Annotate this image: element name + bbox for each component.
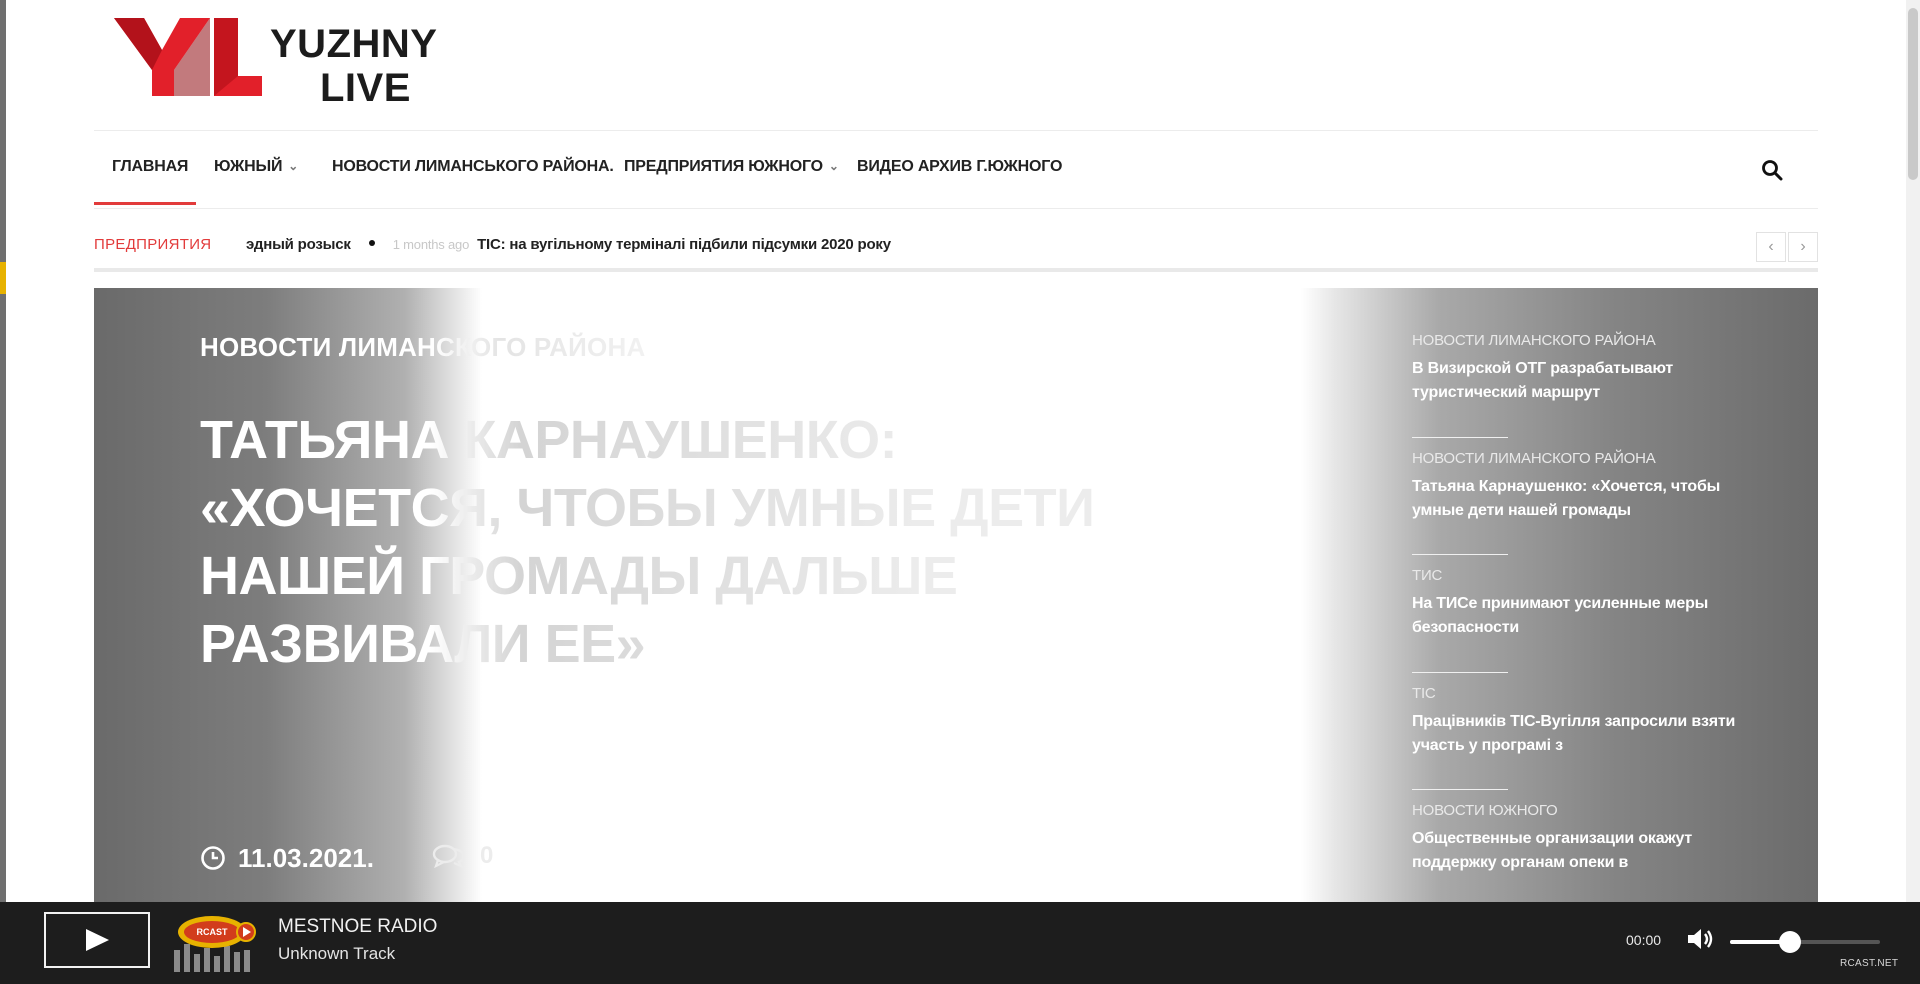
header-divider — [94, 130, 1818, 131]
station-name: MESTNOE RADIO — [278, 916, 438, 937]
side-item-divider — [1412, 671, 1508, 673]
side-list-item[interactable]: ТИС На ТИСе принимают усиленные меры без… — [1412, 567, 1742, 685]
site-logo[interactable]: YUZHNY LIVE — [114, 14, 474, 110]
hero-category[interactable]: НОВОСТИ ЛИМАНСКОГО РАЙОНА — [200, 332, 645, 363]
player-brand[interactable]: RCAST.NET — [1840, 958, 1898, 969]
main-nav: ГЛАВНАЯ ЮЖНЫЙ ⌄ НОВОСТИ ЛИМАНСЬКОГО РАЙОН… — [94, 132, 1818, 206]
nav-item-video-archive[interactable]: ВИДЕО АРХИВ Г.ЮЖНОГО — [857, 158, 1062, 176]
side-list-item[interactable]: ТІС Працівників ТІС-Вугілля запросили вз… — [1412, 685, 1742, 803]
ticker-underline — [94, 268, 1818, 272]
yl-logo-icon — [114, 18, 262, 96]
side-list-item[interactable]: НОВОСТИ ЮЖНОГО Общественные организации … — [1412, 802, 1742, 902]
ticker-headlines: эдный розыск 1 months ago ТІС: на вугільно… — [246, 236, 891, 253]
nav-divider — [94, 208, 1818, 209]
logo-wordmark: YUZHNY LIVE — [270, 22, 437, 110]
hero-comments[interactable]: 0 — [432, 842, 493, 870]
side-item-category[interactable]: НОВОСТИ ЛИМАНСКОГО РАЙОНА — [1412, 332, 1742, 349]
nav-item-label: ВИДЕО АРХИВ Г.ЮЖНОГО — [857, 158, 1063, 175]
radio-player: RCAST MESTNOE RADIO Unknown Track 00:00 … — [0, 902, 1920, 984]
station-logo-icon: RCAST — [174, 916, 256, 972]
playback-time: 00:00 — [1626, 932, 1662, 948]
side-list-item[interactable]: НОВОСТИ ЛИМАНСКОГО РАЙОНА В Визирской ОТ… — [1412, 332, 1742, 450]
volume-handle[interactable] — [1779, 931, 1801, 953]
station-logo-text: RCAST — [197, 927, 229, 937]
nav-item-home[interactable]: ГЛАВНАЯ — [112, 158, 188, 176]
chevron-right-icon: › — [1800, 238, 1806, 255]
nav-item-label: ПРЕДПРИЯТИЯ ЮЖНОГО — [624, 158, 823, 175]
side-list-item[interactable]: НОВОСТИ ЛИМАНСКОГО РАЙОНА Татьяна Карнау… — [1412, 450, 1742, 568]
ticker-next-button[interactable]: › — [1788, 232, 1818, 262]
nav-item-label: ЮЖНЫЙ — [214, 158, 283, 175]
edge-marker — [0, 262, 6, 294]
play-icon — [86, 929, 109, 951]
ticker-prev-button[interactable]: ‹ — [1756, 232, 1786, 262]
page: YUZHNY LIVE ГЛАВНАЯ ЮЖНЫЙ ⌄ НОВОСТИ ЛИМАН… — [94, 0, 1818, 902]
comment-count: 0 — [480, 842, 494, 869]
comments-icon — [432, 844, 465, 869]
track-name: Unknown Track — [278, 944, 396, 963]
side-item-category[interactable]: НОВОСТИ ЛИМАНСКОГО РАЙОНА — [1412, 450, 1742, 467]
side-item-divider — [1412, 436, 1508, 438]
side-item-title[interactable]: Татьяна Карнаушенко: «Хочется, чтобы умн… — [1412, 475, 1742, 523]
hero-side-list: НОВОСТИ ЛИМАНСКОГО РАЙОНА В Визирской ОТ… — [1412, 332, 1742, 902]
nav-item-label: НОВОСТИ ЛИМАНСЬКОГО РАЙОНА. — [332, 158, 614, 175]
ticker-headline-link[interactable]: ТІС: на вугільному терміналі підбили під… — [477, 236, 891, 253]
side-item-category[interactable]: НОВОСТИ ЮЖНОГО — [1412, 802, 1742, 819]
chevron-left-icon: ‹ — [1768, 238, 1774, 255]
side-item-category[interactable]: ТІС — [1412, 685, 1742, 702]
hero-title[interactable]: ТАТЬЯНА КАРНАУШЕНКО: «ХОЧЕТСЯ, ЧТОБЫ УМН… — [200, 406, 1160, 678]
ticker-time: 1 months ago — [392, 237, 470, 252]
nav-item-enterprises[interactable]: ПРЕДПРИЯТИЯ ЮЖНОГО ⌄ — [624, 158, 839, 176]
nav-item-label: ГЛАВНАЯ — [112, 158, 189, 175]
side-item-title[interactable]: Общественные организации окажут поддержк… — [1412, 827, 1742, 875]
featured-slider[interactable]: НОВОСТИ ЛИМАНСКОГО РАЙОНА ТАТЬЯНА КАРНАУ… — [94, 288, 1818, 902]
side-item-title[interactable]: На ТИСе принимают усиленные меры безопас… — [1412, 592, 1742, 640]
side-item-title[interactable]: Працівників ТІС-Вугілля запросили взяти … — [1412, 710, 1742, 758]
play-button[interactable] — [44, 912, 150, 968]
ticker-label: ПРЕДПРИЯТИЯ — [94, 236, 212, 253]
scrollbar-thumb[interactable] — [1908, 8, 1918, 180]
bullet-icon — [368, 240, 375, 246]
side-item-divider — [1412, 789, 1508, 790]
window-left-edge — [0, 0, 6, 984]
clock-icon — [201, 846, 225, 870]
chevron-down-icon: ⌄ — [288, 159, 299, 173]
news-ticker: ПРЕДПРИЯТИЯ эдный розыск 1 months ago ТІС:… — [94, 228, 1818, 268]
ticker-controls: ‹ › — [1756, 232, 1818, 262]
chevron-down-icon: ⌄ — [828, 159, 839, 173]
nav-item-yuzhny[interactable]: ЮЖНЫЙ ⌄ — [214, 158, 298, 176]
nav-item-liman-news[interactable]: НОВОСТИ ЛИМАНСЬКОГО РАЙОНА. — [332, 158, 614, 176]
nav-active-indicator — [94, 202, 196, 205]
volume-slider[interactable] — [1730, 931, 1880, 953]
hero-meta: 11.03.2021. 0 — [200, 840, 493, 876]
side-item-category[interactable]: ТИС — [1412, 567, 1742, 584]
ticker-prev-headline[interactable]: эдный розыск — [246, 236, 351, 253]
search-icon[interactable] — [1760, 158, 1784, 182]
page-scrollbar[interactable] — [1906, 0, 1920, 902]
side-item-title[interactable]: В Визирской ОТГ разрабатывают туристичес… — [1412, 357, 1742, 405]
logo-line2: LIVE — [320, 66, 411, 110]
side-item-divider — [1412, 554, 1508, 555]
logo-line1: YUZHNY — [270, 22, 438, 66]
hero-date: 11.03.2021. — [238, 842, 374, 873]
volume-icon[interactable] — [1686, 926, 1714, 952]
